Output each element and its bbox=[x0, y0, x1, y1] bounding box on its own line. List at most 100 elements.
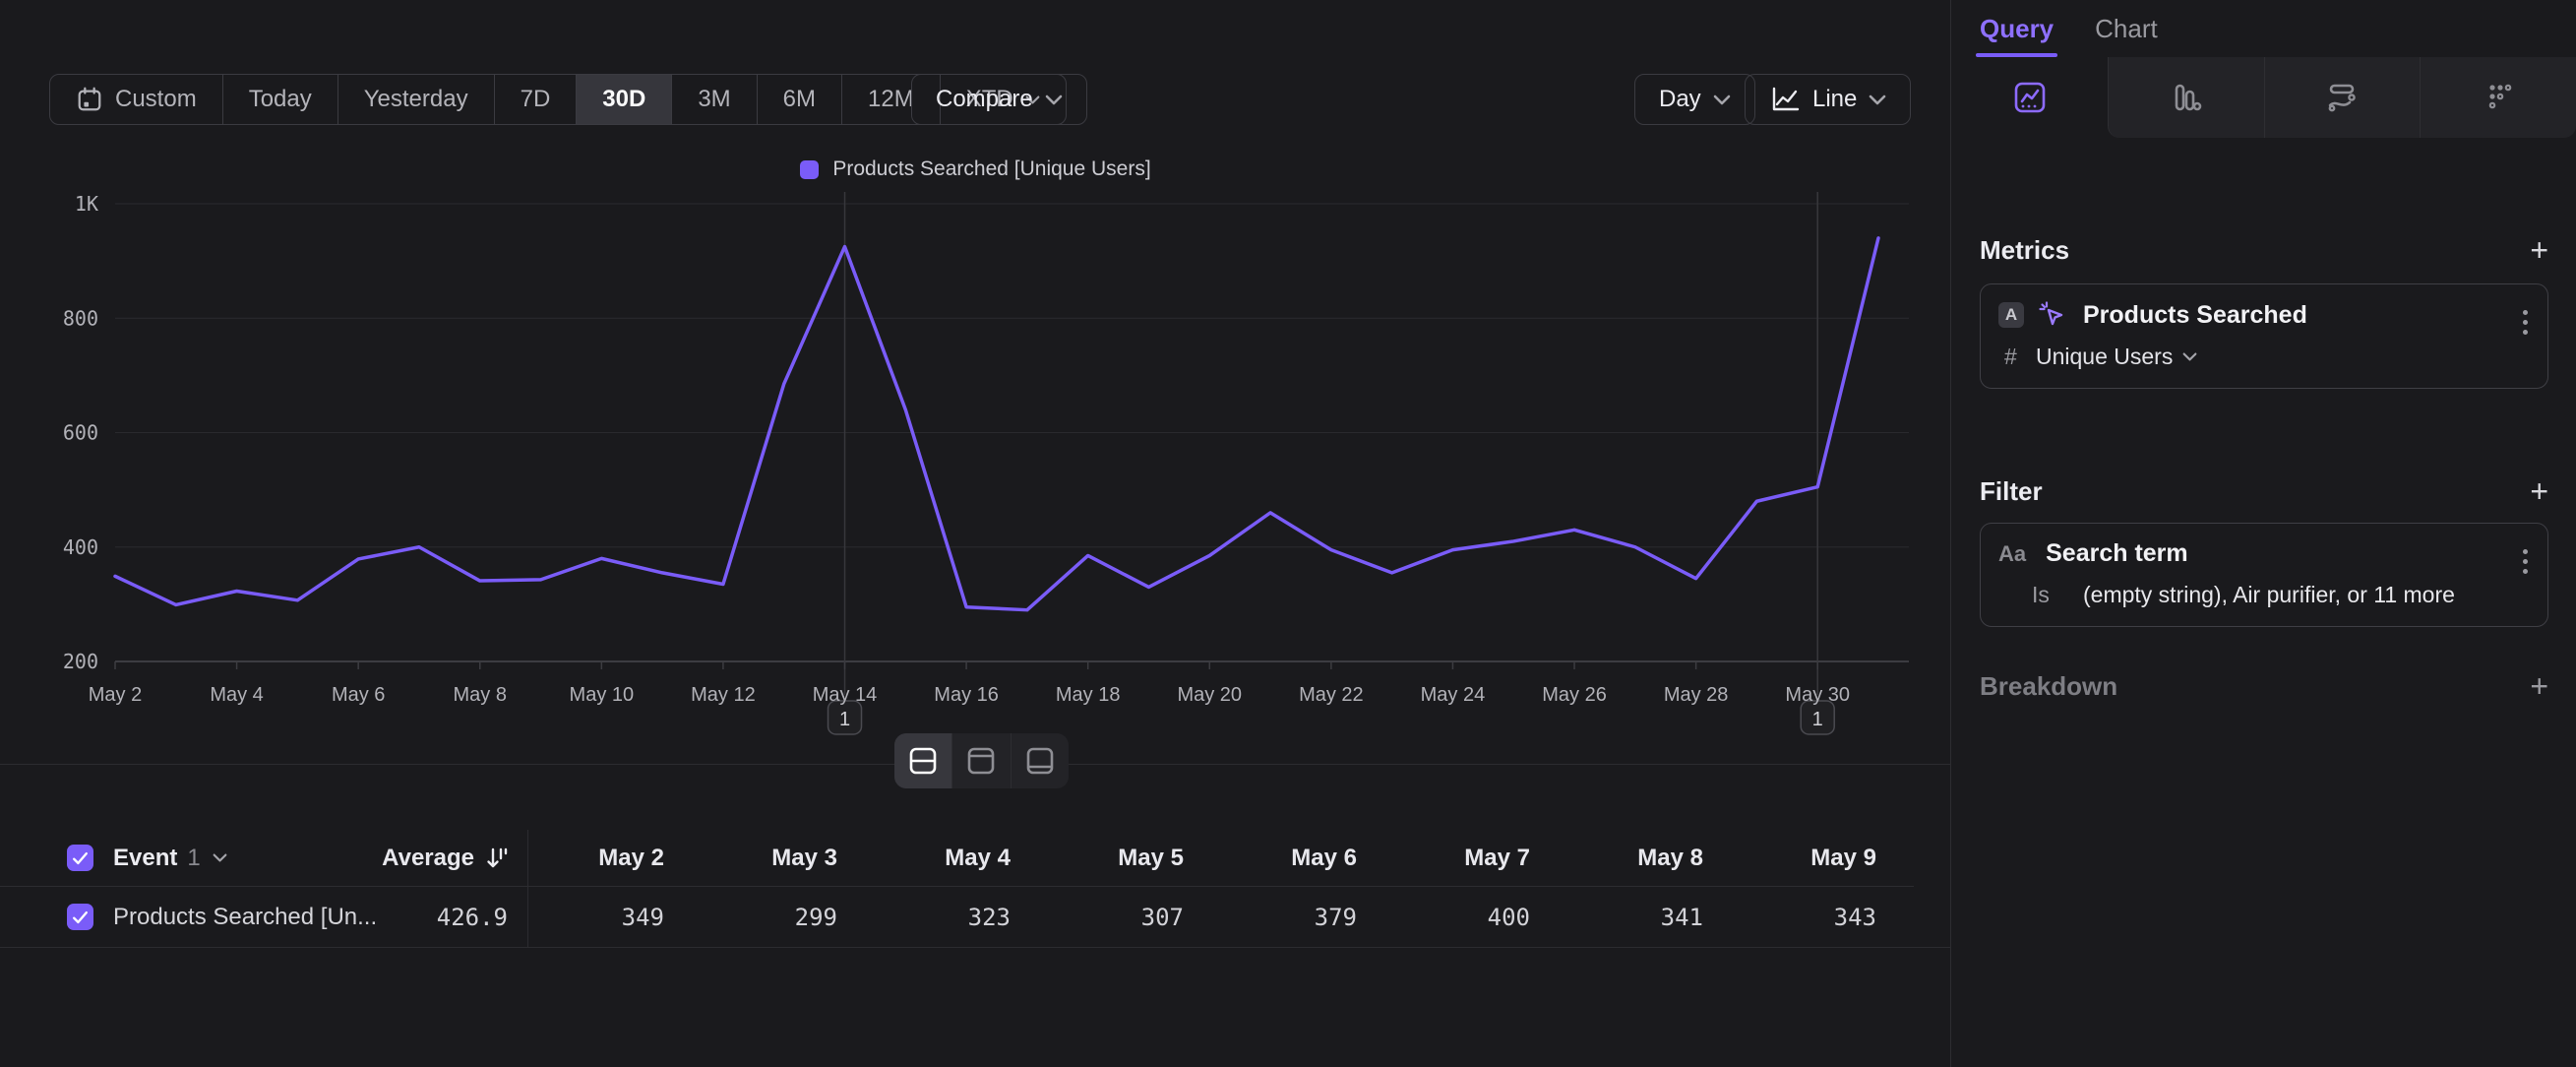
insights-tab[interactable] bbox=[1952, 57, 2108, 138]
table-cell: 349 bbox=[528, 887, 702, 947]
chevron-down-icon[interactable] bbox=[213, 852, 227, 863]
x-axis-label: May 24 bbox=[1421, 684, 1486, 706]
chevron-down-icon bbox=[2182, 351, 2197, 362]
line-chart-icon bbox=[2010, 78, 2050, 117]
sidebar-content: Metrics + A Products Searched # Unique bbox=[1952, 234, 2576, 702]
x-axis-label: May 12 bbox=[691, 684, 756, 706]
column-header[interactable]: May 7 bbox=[1394, 830, 1567, 887]
x-axis-label: May 16 bbox=[934, 684, 999, 706]
results-table: Event 1 Average May 2May 3May 4May 5May … bbox=[0, 830, 1951, 948]
table-focus-view-button[interactable] bbox=[1012, 733, 1069, 788]
filter-property-name: Search term bbox=[2046, 539, 2188, 568]
x-axis-label: May 20 bbox=[1177, 684, 1242, 706]
filter-options-menu[interactable] bbox=[2519, 545, 2532, 578]
range-yesterday[interactable]: Yesterday bbox=[338, 75, 495, 124]
chevron-down-icon bbox=[1045, 94, 1063, 105]
add-filter-button[interactable]: + bbox=[2530, 475, 2548, 507]
table-cell: 400 bbox=[1394, 887, 1567, 947]
metric-options-menu[interactable] bbox=[2519, 306, 2532, 339]
y-axis-label: 800 bbox=[63, 306, 98, 330]
filter-value[interactable]: (empty string), Air purifier, or 11 more bbox=[2083, 582, 2455, 608]
column-header[interactable]: May 6 bbox=[1221, 830, 1394, 887]
calendar-icon bbox=[76, 86, 103, 113]
column-header[interactable]: May 2 bbox=[528, 830, 702, 887]
sidebar-tabs: Query Chart bbox=[1952, 0, 2576, 57]
chevron-down-icon bbox=[1713, 94, 1731, 105]
table-row-first-cell: Products Searched [Un... 426.9 bbox=[0, 887, 528, 947]
line-chart[interactable]: 1K80060040020011May 2May 4May 6May 8May … bbox=[0, 148, 1951, 778]
x-axis-label: May 22 bbox=[1299, 684, 1364, 706]
measure-dropdown[interactable]: Unique Users bbox=[2036, 344, 2197, 370]
granularity-button[interactable]: Day bbox=[1634, 74, 1755, 125]
table-focus-view-icon bbox=[1023, 745, 1057, 777]
main-area: CustomTodayYesterday7D30D3M6M12MXTD Comp… bbox=[0, 0, 1951, 1067]
breakdown-header: Breakdown + bbox=[1980, 670, 2548, 702]
range-custom[interactable]: Custom bbox=[50, 75, 223, 124]
metric-card[interactable]: A Products Searched # Unique Users bbox=[1980, 283, 2548, 389]
average-header-label[interactable]: Average bbox=[382, 845, 474, 872]
column-header[interactable]: May 9 bbox=[1741, 830, 1914, 887]
compare-button[interactable]: Compare bbox=[911, 74, 1087, 125]
add-breakdown-button[interactable]: + bbox=[2530, 670, 2548, 702]
table-cell: 323 bbox=[875, 887, 1048, 947]
series-name: Products Searched [Un... bbox=[113, 904, 377, 931]
x-axis-label: May 30 bbox=[1785, 684, 1850, 706]
table-cell: 379 bbox=[1221, 887, 1394, 947]
breakdown-title: Breakdown bbox=[1980, 671, 2117, 702]
chart-only-view-icon bbox=[964, 745, 998, 777]
event-click-icon bbox=[2038, 300, 2067, 330]
select-all-checkbox[interactable] bbox=[67, 845, 93, 871]
filter-card[interactable]: Aa Search term Is (empty string), Air pu… bbox=[1980, 523, 2548, 627]
check-icon bbox=[72, 910, 89, 924]
retention-icon bbox=[2322, 78, 2361, 117]
filter-operator: Is bbox=[2032, 582, 2083, 608]
metric-letter-badge: A bbox=[1998, 302, 2024, 328]
flows-tab[interactable] bbox=[2420, 57, 2576, 138]
chart-only-view-button[interactable] bbox=[952, 733, 1011, 788]
event-header-label: Event bbox=[113, 845, 177, 872]
x-axis-label: May 26 bbox=[1542, 684, 1607, 706]
x-axis-label: May 8 bbox=[454, 684, 507, 706]
y-axis-label: 600 bbox=[63, 421, 98, 445]
metrics-title: Metrics bbox=[1980, 235, 2069, 266]
column-header[interactable]: May 3 bbox=[702, 830, 875, 887]
range-30d[interactable]: 30D bbox=[577, 75, 672, 124]
split-view-button[interactable] bbox=[894, 733, 952, 788]
check-icon bbox=[72, 851, 89, 865]
table-row[interactable]: Products Searched [Un... 426.9 349299323… bbox=[0, 887, 1951, 948]
row-checkbox[interactable] bbox=[67, 904, 93, 930]
analytics-app: CustomTodayYesterday7D30D3M6M12MXTD Comp… bbox=[0, 0, 2576, 1067]
range-today[interactable]: Today bbox=[223, 75, 338, 124]
x-axis-label: May 18 bbox=[1056, 684, 1121, 706]
x-axis-label: May 4 bbox=[210, 684, 263, 706]
y-axis-label: 1K bbox=[75, 192, 98, 216]
sort-descending-icon[interactable] bbox=[486, 847, 508, 870]
x-axis-label: May 10 bbox=[570, 684, 635, 706]
average-value: 426.9 bbox=[437, 904, 508, 931]
range-7d[interactable]: 7D bbox=[495, 75, 578, 124]
table-cell: 307 bbox=[1048, 887, 1221, 947]
range-6m[interactable]: 6M bbox=[758, 75, 842, 124]
y-axis-label: 200 bbox=[63, 650, 98, 673]
filter-title: Filter bbox=[1980, 476, 2043, 507]
granularity-label: Day bbox=[1659, 86, 1701, 113]
retention-tab[interactable] bbox=[2264, 57, 2421, 138]
range-3m[interactable]: 3M bbox=[672, 75, 757, 124]
x-axis-label: May 2 bbox=[89, 684, 142, 706]
x-axis-label: May 14 bbox=[813, 684, 878, 706]
funnels-tab[interactable] bbox=[2108, 57, 2264, 138]
tab-chart[interactable]: Chart bbox=[2095, 0, 2158, 57]
series-line[interactable] bbox=[115, 238, 1878, 610]
column-header[interactable]: May 8 bbox=[1567, 830, 1741, 887]
tab-query[interactable]: Query bbox=[1980, 0, 2054, 57]
x-axis-label: May 6 bbox=[332, 684, 385, 706]
table-cell: 299 bbox=[702, 887, 875, 947]
event-count: 1 bbox=[187, 845, 200, 872]
metric-name: Products Searched bbox=[2083, 301, 2307, 330]
annotation-badge-label: 1 bbox=[1812, 709, 1823, 730]
add-metric-button[interactable]: + bbox=[2530, 234, 2548, 266]
layout-toggle-group bbox=[894, 733, 1069, 788]
chart-type-button[interactable]: Line bbox=[1745, 74, 1911, 125]
column-header[interactable]: May 4 bbox=[875, 830, 1048, 887]
column-header[interactable]: May 5 bbox=[1048, 830, 1221, 887]
